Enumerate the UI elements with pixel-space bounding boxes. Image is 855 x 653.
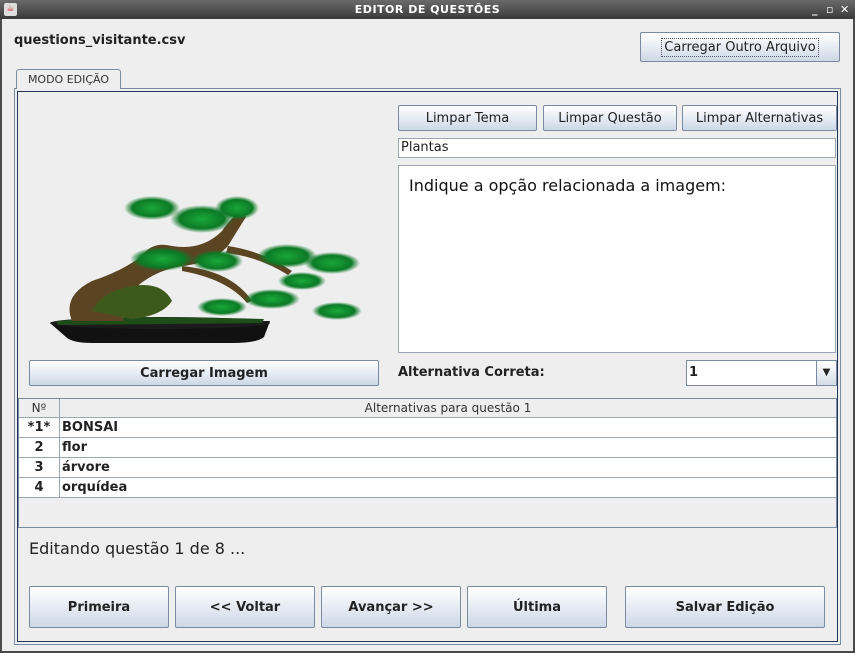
column-header-number[interactable]: Nº xyxy=(19,399,60,417)
correct-alternative-label: Alternativa Correta: xyxy=(398,365,545,380)
status-text: Editando questão 1 de 8 ... xyxy=(29,539,246,558)
row-number: 4 xyxy=(19,478,60,497)
next-button[interactable]: Avançar >> xyxy=(321,586,461,628)
window-title: EDITOR DE QUESTÕES xyxy=(354,3,501,16)
row-number: *1* xyxy=(19,418,60,437)
row-number: 2 xyxy=(19,438,60,457)
row-alternative[interactable]: BONSAI xyxy=(60,418,836,437)
row-alternative[interactable]: flor xyxy=(60,438,836,457)
bonsai-image xyxy=(32,171,362,351)
row-alternative[interactable]: árvore xyxy=(60,458,836,477)
close-button[interactable]: ✕ xyxy=(840,0,850,19)
load-image-button[interactable]: Carregar Imagem xyxy=(29,360,379,386)
chevron-down-icon[interactable]: ▼ xyxy=(816,361,836,385)
tab-edit-mode[interactable]: MODO EDIÇÃO xyxy=(16,69,121,89)
column-header-alternatives[interactable]: Alternativas para questão 1 xyxy=(60,399,836,417)
load-other-file-button[interactable]: Carregar Outro Arquivo xyxy=(640,32,840,62)
question-textarea[interactable]: Indique a opção relacionada a imagem: xyxy=(398,165,836,353)
table-row[interactable]: 3 árvore xyxy=(19,458,836,478)
client-area: questions_visitante.csv Carregar Outro A… xyxy=(2,19,853,651)
alternatives-table: Nº Alternativas para questão 1 *1* BONSA… xyxy=(18,398,837,528)
maximize-button[interactable]: ▫ xyxy=(826,0,834,19)
table-row[interactable]: 2 flor xyxy=(19,438,836,458)
last-button[interactable]: Última xyxy=(467,586,607,628)
application-window: ☕ EDITOR DE QUESTÕES _ ▫ ✕ questions_vis… xyxy=(0,0,855,653)
table-header: Nº Alternativas para questão 1 xyxy=(19,399,836,418)
title-bar: ☕ EDITOR DE QUESTÕES _ ▫ ✕ xyxy=(0,0,855,19)
correct-alternative-value: 1 xyxy=(689,365,699,380)
correct-alternative-select[interactable]: 1 ▼ xyxy=(686,360,837,386)
table-row[interactable]: *1* BONSAI xyxy=(19,418,836,438)
back-button[interactable]: << Voltar xyxy=(175,586,315,628)
clear-theme-button[interactable]: Limpar Tema xyxy=(398,105,537,131)
row-alternative[interactable]: orquídea xyxy=(60,478,836,497)
clear-question-button[interactable]: Limpar Questão xyxy=(543,105,677,131)
row-number: 3 xyxy=(19,458,60,477)
save-edit-button[interactable]: Salvar Edição xyxy=(625,586,825,628)
theme-input[interactable]: Plantas xyxy=(398,138,836,158)
minimize-button[interactable]: _ xyxy=(812,0,818,19)
table-row[interactable]: 4 orquídea xyxy=(19,478,836,498)
clear-alternatives-button[interactable]: Limpar Alternativas xyxy=(682,105,837,131)
load-other-file-label: Carregar Outro Arquivo xyxy=(661,37,819,57)
first-button[interactable]: Primeira xyxy=(29,586,169,628)
file-name: questions_visitante.csv xyxy=(14,33,186,48)
java-app-icon: ☕ xyxy=(4,3,17,16)
